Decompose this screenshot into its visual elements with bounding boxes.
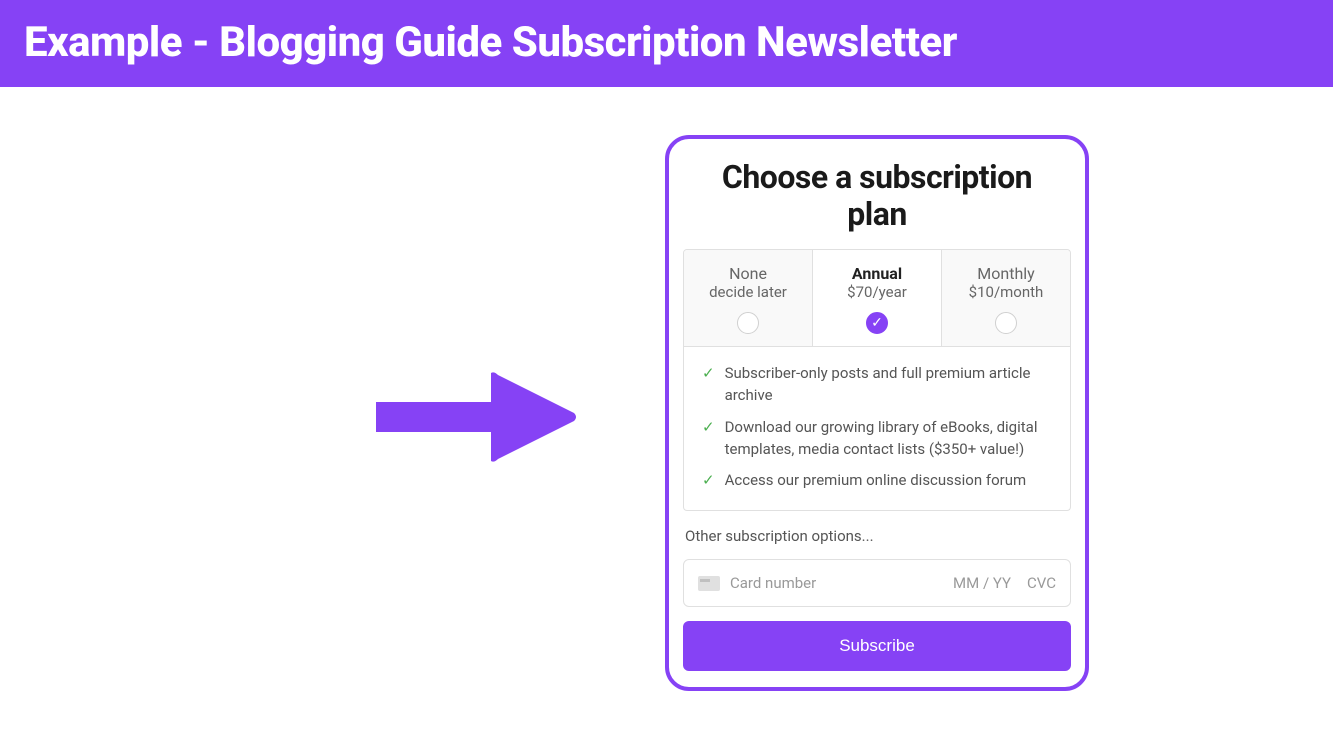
checkmark-icon: ✓ [702,417,715,438]
check-icon: ✓ [871,315,883,331]
subscription-card: Choose a subscription plan None decide l… [665,135,1089,691]
card-number-field[interactable]: Card number MM / YY CVC [683,559,1071,607]
radio-unchecked-icon: ✓ [995,312,1017,334]
other-options-link[interactable]: Other subscription options... [683,511,1071,545]
page-header: Example - Blogging Guide Subscription Ne… [0,0,1333,87]
checkmark-icon: ✓ [702,363,715,384]
card-expiry-placeholder: MM / YY [953,574,1011,592]
card-title: Choose a subscription plan [683,153,1071,249]
plan-price: $10/month [950,283,1062,303]
plan-price: $70/year [821,283,933,303]
card-number-placeholder: Card number [730,574,943,592]
radio-checked-icon: ✓ [866,312,888,334]
card-cvc-placeholder: CVC [1027,574,1056,592]
feature-text: Download our growing library of eBooks, … [725,417,1052,461]
arrow-right-icon [376,367,576,471]
feature-item: ✓ Access our premium online discussion f… [702,470,1052,492]
plan-name: Annual [821,264,933,283]
plans-row: None decide later ✓ Annual $70/year ✓ Mo… [683,249,1071,348]
header-title: Example - Blogging Guide Subscription Ne… [24,18,957,67]
plan-option-annual[interactable]: Annual $70/year ✓ [813,250,942,347]
credit-card-icon [698,576,720,591]
feature-item: ✓ Download our growing library of eBooks… [702,417,1052,461]
features-list: ✓ Subscriber-only posts and full premium… [683,347,1071,511]
plan-price: decide later [692,283,804,303]
plan-option-monthly[interactable]: Monthly $10/month ✓ [942,250,1070,347]
content-area: Choose a subscription plan None decide l… [0,87,1333,743]
checkmark-icon: ✓ [702,470,715,491]
feature-text: Access our premium online discussion for… [725,470,1027,492]
radio-unchecked-icon: ✓ [737,312,759,334]
plan-name: None [692,264,804,283]
plan-option-none[interactable]: None decide later ✓ [684,250,813,347]
feature-item: ✓ Subscriber-only posts and full premium… [702,363,1052,407]
feature-text: Subscriber-only posts and full premium a… [725,363,1052,407]
subscribe-button[interactable]: Subscribe [683,621,1071,671]
plan-name: Monthly [950,264,1062,283]
